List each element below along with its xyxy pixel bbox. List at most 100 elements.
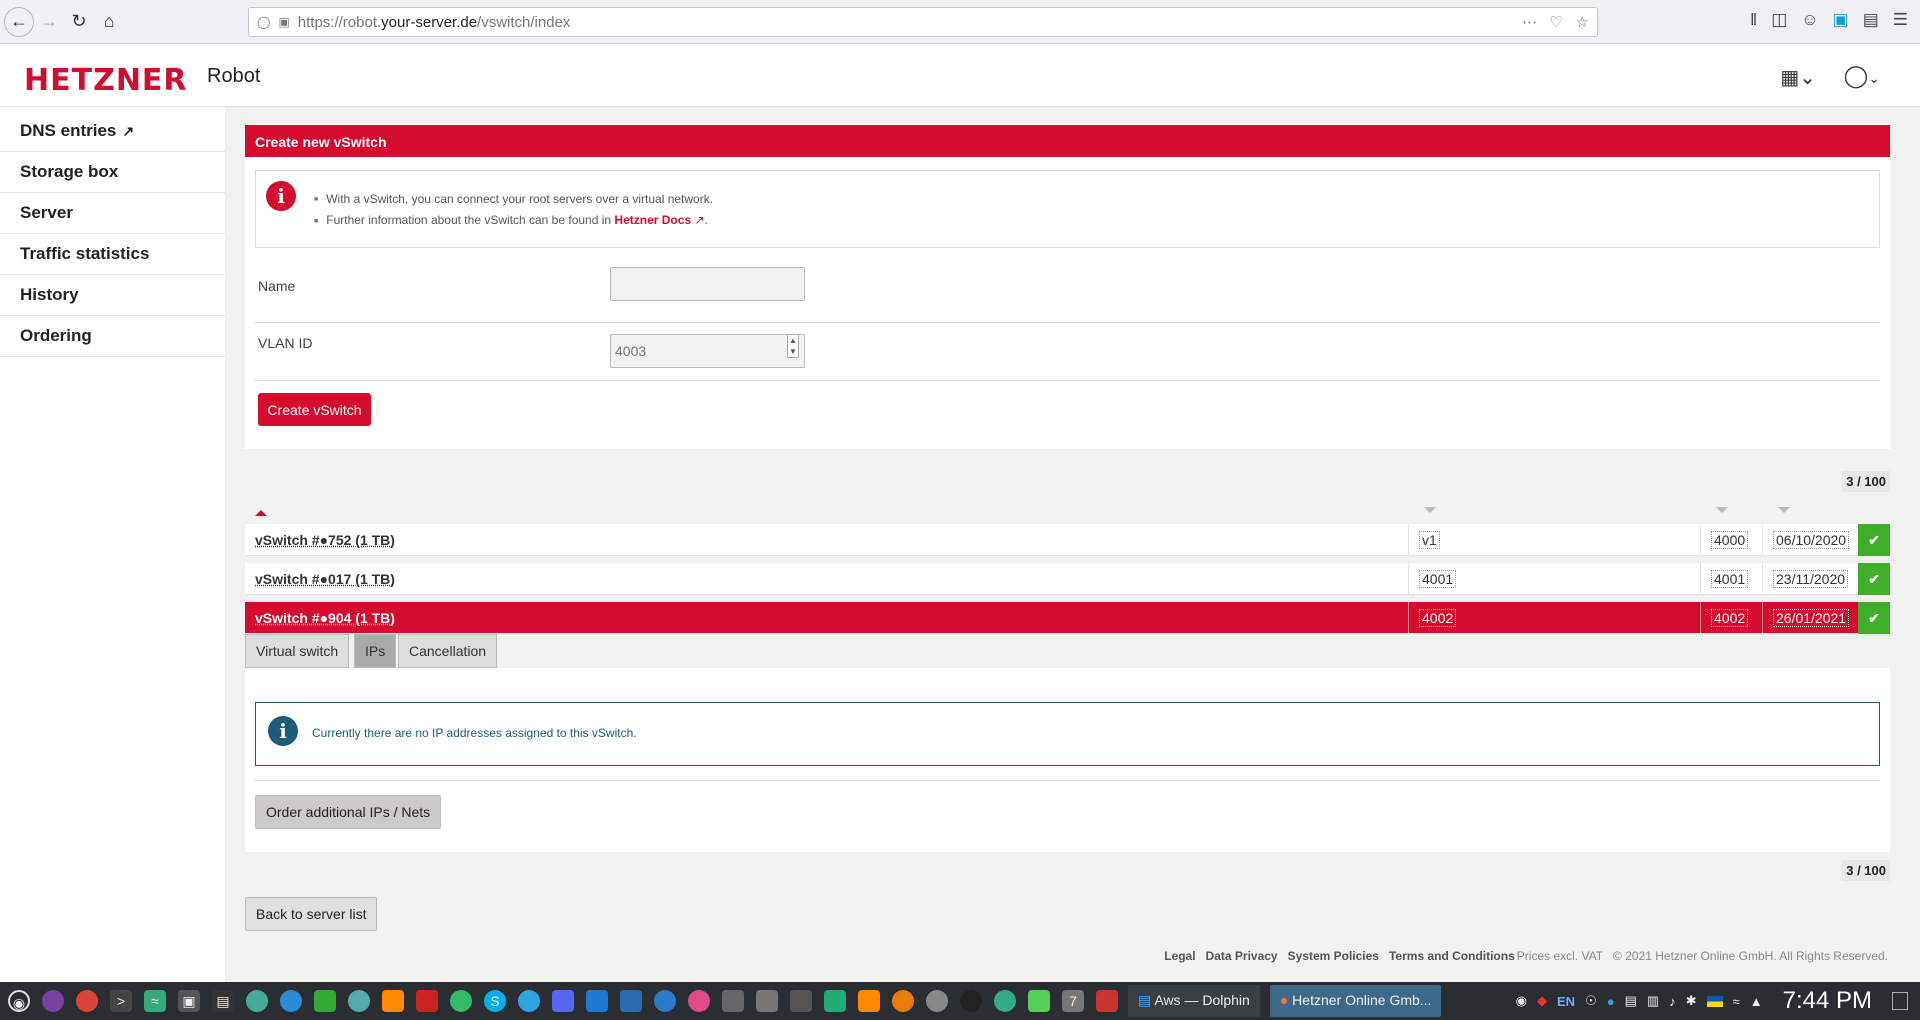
back-icon[interactable]: ←	[4, 6, 34, 37]
archive-7z-icon[interactable]: 7	[1062, 990, 1084, 1012]
app-dark-icon[interactable]	[960, 990, 982, 1012]
table-row[interactable]: vSwitch #●017 (1 TB) 4001 4001 23/11/202…	[245, 563, 1890, 595]
extension-save-icon[interactable]: ▣	[1833, 10, 1849, 30]
url-bar[interactable]: ◯ ▣ https://robot. your-server.de/vswitch…	[248, 7, 1598, 37]
app-cube-icon[interactable]	[1096, 990, 1118, 1012]
app-green3-icon[interactable]	[994, 990, 1016, 1012]
sidebar-item-storage-box[interactable]: Storage box	[0, 152, 225, 193]
app-bird-icon[interactable]	[756, 990, 778, 1012]
app-db-icon[interactable]	[620, 990, 642, 1012]
headphones-icon[interactable]	[824, 990, 846, 1012]
app-blue-icon[interactable]	[280, 990, 302, 1012]
libreoffice-calc-icon[interactable]	[314, 990, 336, 1012]
order-ips-button[interactable]: Order additional IPs / Nets	[255, 795, 442, 829]
footer-link-legal[interactable]: Legal	[1164, 949, 1195, 963]
app-cloud-icon[interactable]	[654, 990, 676, 1012]
vlan-stepper[interactable]: ▲ ▼	[787, 334, 799, 358]
volume-icon[interactable]: ♪	[1669, 994, 1676, 1009]
vswitch-date[interactable]: 06/10/2020	[1773, 531, 1850, 549]
hetzner-docs-link[interactable]: Hetzner Docs	[614, 213, 691, 227]
sort-asc-icon[interactable]	[255, 510, 267, 516]
keyboard-layout[interactable]: EN	[1557, 994, 1575, 1009]
audio-icon[interactable]	[790, 990, 812, 1012]
home-icon[interactable]: ⌂	[94, 7, 124, 37]
system-monitor-icon[interactable]: ≈	[144, 990, 166, 1012]
terminal-alt-icon[interactable]: ▤	[212, 990, 234, 1012]
vswitch-vlan[interactable]: 4000	[1711, 531, 1749, 549]
account-icon[interactable]: ☺	[1801, 10, 1818, 30]
vlc-icon[interactable]	[858, 990, 880, 1012]
tray-network-icon[interactable]: ▤	[1625, 993, 1637, 1009]
blender-icon[interactable]	[892, 990, 914, 1012]
inkscape-icon[interactable]	[722, 990, 744, 1012]
vswitch-alias[interactable]: 4002	[1419, 609, 1457, 627]
bluetooth-icon[interactable]: ✱	[1686, 993, 1697, 1009]
tray-eye-icon[interactable]: ☉	[1585, 993, 1597, 1009]
pocket-icon[interactable]: ♡	[1550, 13, 1563, 31]
create-vswitch-button[interactable]: Create vSwitch	[258, 393, 371, 426]
skype-icon[interactable]: S	[484, 990, 506, 1012]
app-clover-icon[interactable]	[1028, 990, 1050, 1012]
sort-desc-icon[interactable]	[1424, 507, 1436, 513]
app-teal-icon[interactable]	[348, 990, 370, 1012]
filezilla-icon[interactable]	[416, 990, 438, 1012]
vswitch-date[interactable]: 26/01/2021	[1773, 609, 1850, 627]
tray-telegram-icon[interactable]: ●	[1607, 994, 1615, 1009]
task-firefox[interactable]: ● Hetzner Online Gmb...	[1269, 985, 1442, 1017]
sidebar-item-dns-entries[interactable]: DNS entries ↗	[0, 111, 225, 152]
forward-icon[interactable]: →	[34, 7, 64, 37]
table-row-selected[interactable]: vSwitch #●904 (1 TB) 4002 4002 26/01/202…	[245, 602, 1890, 634]
terminal-icon[interactable]: >	[110, 990, 132, 1012]
sidebar-item-ordering[interactable]: Ordering	[0, 316, 225, 357]
vswitch-name[interactable]: vSwitch #●904 (1 TB)	[245, 602, 395, 634]
screen-icon[interactable]: ▣	[178, 990, 200, 1012]
vswitch-alias[interactable]: v1	[1419, 531, 1440, 549]
sidebar-item-server[interactable]: Server	[0, 193, 225, 234]
app-green-icon[interactable]	[246, 990, 268, 1012]
library-icon[interactable]: ‖	[1750, 10, 1757, 30]
task-dolphin[interactable]: ▤ Aws — Dolphin	[1128, 985, 1260, 1017]
user-icon[interactable]: ◯⌄	[1844, 63, 1880, 89]
footer-link-policies[interactable]: System Policies	[1288, 949, 1379, 963]
app-webcam-icon[interactable]	[926, 990, 948, 1012]
name-input[interactable]	[610, 267, 805, 301]
table-row[interactable]: vSwitch #●752 (1 TB) v1 4000 06/10/2020 …	[245, 524, 1890, 556]
vscode-icon[interactable]	[586, 990, 608, 1012]
extension-folder-icon[interactable]: ▤	[1863, 10, 1879, 30]
sidebar-item-history[interactable]: History	[0, 275, 225, 316]
tray-anydesk-icon[interactable]: ◆	[1537, 993, 1547, 1009]
clock[interactable]: 7:44 PM	[1783, 987, 1872, 1015]
wifi-icon[interactable]: ≈	[1733, 994, 1740, 1009]
flag-icon[interactable]	[1706, 995, 1723, 1007]
reload-icon[interactable]: ↻	[64, 7, 94, 37]
tray-clipboard-icon[interactable]: ▥	[1647, 993, 1659, 1009]
vswitch-date[interactable]: 23/11/2020	[1773, 570, 1849, 588]
sidebar-item-traffic-statistics[interactable]: Traffic statistics	[0, 234, 225, 275]
vswitch-vlan[interactable]: 4002	[1711, 609, 1749, 627]
apps-grid-icon[interactable]: ▦⌄	[1780, 65, 1816, 90]
bookmark-star-icon[interactable]: ☆	[1576, 13, 1589, 31]
vlan-id-input[interactable]	[610, 334, 805, 368]
hetzner-logo[interactable]: HETZNER	[24, 63, 188, 98]
tray-expand-icon[interactable]: ▲	[1750, 994, 1763, 1009]
tor-browser-icon[interactable]	[42, 990, 64, 1012]
vswitch-name[interactable]: vSwitch #●017 (1 TB)	[245, 563, 395, 595]
discord-icon[interactable]	[552, 990, 574, 1012]
page-actions-icon[interactable]: ⋯	[1522, 13, 1537, 31]
app-pink-icon[interactable]	[688, 990, 710, 1012]
vswitch-vlan[interactable]: 4001	[1711, 570, 1749, 588]
hamburger-menu-icon[interactable]: ☰	[1893, 10, 1908, 30]
app-green2-icon[interactable]	[450, 990, 472, 1012]
tab-ips[interactable]: IPs	[354, 634, 397, 668]
footer-link-privacy[interactable]: Data Privacy	[1206, 949, 1278, 963]
vswitch-alias[interactable]: 4001	[1419, 570, 1457, 588]
vswitch-name[interactable]: vSwitch #●752 (1 TB)	[245, 524, 395, 556]
tray-app-icon[interactable]: ◉	[1516, 993, 1527, 1009]
app-orange-icon[interactable]	[382, 990, 404, 1012]
back-to-server-list-button[interactable]: Back to server list	[245, 897, 378, 931]
sort-desc-icon[interactable]	[1778, 507, 1790, 513]
tab-virtual-switch[interactable]: Virtual switch	[245, 634, 350, 668]
telegram-icon[interactable]	[518, 990, 540, 1012]
app-launcher-icon[interactable]: ◉	[8, 990, 30, 1012]
tab-cancellation[interactable]: Cancellation	[398, 634, 498, 668]
